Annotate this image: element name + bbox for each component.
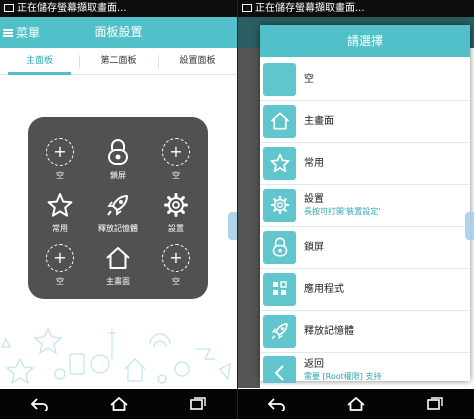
dialog-title: 請選擇 xyxy=(260,25,470,57)
dialog-item-back[interactable]: 返回 需要 [Root權限] 支持 xyxy=(260,353,470,383)
tab-settings-panel[interactable]: 設置面板 xyxy=(158,48,237,74)
select-function-screen: 正在儲存螢幕擷取畫面... 請選擇 空 主畫面 常用 設置 長按可打開'裝置設定… xyxy=(237,0,474,419)
screenshot-icon xyxy=(242,4,252,12)
panel-slot-lock[interactable]: 鎖屏 xyxy=(88,137,148,189)
back-arrow-icon xyxy=(263,356,296,383)
dialog-item-label: 返回 xyxy=(304,359,324,370)
home-icon xyxy=(263,104,296,138)
plus-circle-icon: + xyxy=(162,244,190,272)
recents-icon xyxy=(426,397,443,410)
slot-label: 設置 xyxy=(168,224,184,233)
page-title: 面板設置 xyxy=(94,25,143,39)
slot-label: 鎖屏 xyxy=(110,171,126,180)
dialog-item-label: 鎖屏 xyxy=(304,241,324,253)
floating-panel-preview: + 空 鎖屏 + 空 常用 釋放記憶體 設置 + 空 主畫面 + 空 xyxy=(28,117,208,299)
plus-circle-icon: + xyxy=(46,244,74,272)
tab-main-panel[interactable]: 主面板 xyxy=(0,48,79,75)
dialog-item-hint: 長按可打開'裝置設定' xyxy=(304,207,381,216)
dialog-item-settings[interactable]: 設置 長按可打開'裝置設定' xyxy=(260,185,470,225)
dialog-item-label: 應用程式 xyxy=(304,283,344,295)
panel-slot-empty[interactable]: + 空 xyxy=(146,243,206,295)
slot-label: 空 xyxy=(172,171,180,180)
nav-back-button[interactable] xyxy=(27,394,53,414)
navigation-bar xyxy=(0,389,237,419)
tab-second-panel[interactable]: 第二面板 xyxy=(79,48,158,74)
lock-icon xyxy=(103,137,133,167)
home-icon xyxy=(103,243,133,273)
plus-circle-icon: + xyxy=(162,138,190,166)
nav-back-button[interactable] xyxy=(264,394,290,414)
status-notification-text: 正在儲存螢幕擷取畫面... xyxy=(255,3,365,14)
nav-home-button[interactable] xyxy=(343,394,369,414)
nav-recents-button[interactable] xyxy=(422,394,448,414)
rocket-icon xyxy=(103,190,133,220)
home-nav-icon xyxy=(347,397,365,411)
status-notification-text: 正在儲存螢幕擷取畫面... xyxy=(17,3,127,14)
floating-handle[interactable] xyxy=(465,212,474,240)
navigation-bar xyxy=(238,389,474,419)
gear-icon xyxy=(161,190,191,220)
blank-icon xyxy=(263,62,296,96)
dialog-item-empty[interactable]: 空 xyxy=(260,59,470,99)
panel-tabs: 主面板 第二面板 設置面板 xyxy=(0,48,237,75)
slot-label: 空 xyxy=(172,277,180,286)
panel-slot-empty[interactable]: + 空 xyxy=(30,137,90,189)
slot-label: 主畫面 xyxy=(106,277,130,286)
slot-label: 常用 xyxy=(52,224,68,233)
decorative-icon-pattern xyxy=(1,327,231,385)
slot-label: 釋放記憶體 xyxy=(98,224,138,233)
dialog-item-label: 釋放記憶體 xyxy=(304,325,354,337)
back-icon xyxy=(30,398,48,411)
select-dialog: 請選擇 空 主畫面 常用 設置 長按可打開'裝置設定' 鎖屏 應用程式 釋放記憶… xyxy=(260,25,470,383)
panel-slot-boost[interactable]: 釋放記憶體 xyxy=(88,190,148,242)
dialog-item-label: 主畫面 xyxy=(304,115,334,127)
dialog-item-lock[interactable]: 鎖屏 xyxy=(260,227,470,267)
dialog-item-label: 設置 xyxy=(304,194,324,205)
back-icon xyxy=(268,398,286,411)
dialog-item-favorites[interactable]: 常用 xyxy=(260,143,470,183)
panel-slot-empty[interactable]: + 空 xyxy=(30,243,90,295)
dialog-item-label: 空 xyxy=(304,73,314,85)
rocket-icon xyxy=(263,314,296,348)
apps-grid-icon xyxy=(263,272,296,306)
screenshot-icon xyxy=(4,4,14,12)
nav-home-button[interactable] xyxy=(106,394,132,414)
gear-icon xyxy=(263,188,296,222)
app-bar: 菜單 面板設置 xyxy=(0,17,237,48)
panel-slot-settings[interactable]: 設置 xyxy=(146,190,206,242)
star-icon xyxy=(263,146,296,180)
slot-label: 空 xyxy=(56,171,64,180)
lock-icon xyxy=(263,230,296,264)
panel-slot-favorites[interactable]: 常用 xyxy=(30,190,90,242)
dialog-item-label: 常用 xyxy=(304,157,324,169)
dialog-item-boost[interactable]: 釋放記憶體 xyxy=(260,311,470,351)
home-nav-icon xyxy=(109,397,128,411)
dialog-item-home[interactable]: 主畫面 xyxy=(260,101,470,141)
floating-handle[interactable] xyxy=(228,212,237,240)
panel-slot-home[interactable]: 主畫面 xyxy=(88,243,148,295)
recents-icon xyxy=(189,397,206,410)
dimmed-background xyxy=(238,48,260,388)
status-bar: 正在儲存螢幕擷取畫面... xyxy=(238,0,474,17)
dialog-item-apps[interactable]: 應用程式 xyxy=(260,269,470,309)
status-bar: 正在儲存螢幕擷取畫面... xyxy=(0,0,237,17)
nav-recents-button[interactable] xyxy=(185,394,211,414)
dialog-item-hint: 需要 [Root權限] 支持 xyxy=(304,372,382,381)
panel-slot-empty[interactable]: + 空 xyxy=(146,137,206,189)
slot-label: 空 xyxy=(56,277,64,286)
main-panel-screen: 正在儲存螢幕擷取畫面... 菜單 面板設置 主面板 第二面板 設置面板 + 空 … xyxy=(0,0,237,419)
star-icon xyxy=(45,190,75,220)
plus-circle-icon: + xyxy=(46,138,74,166)
